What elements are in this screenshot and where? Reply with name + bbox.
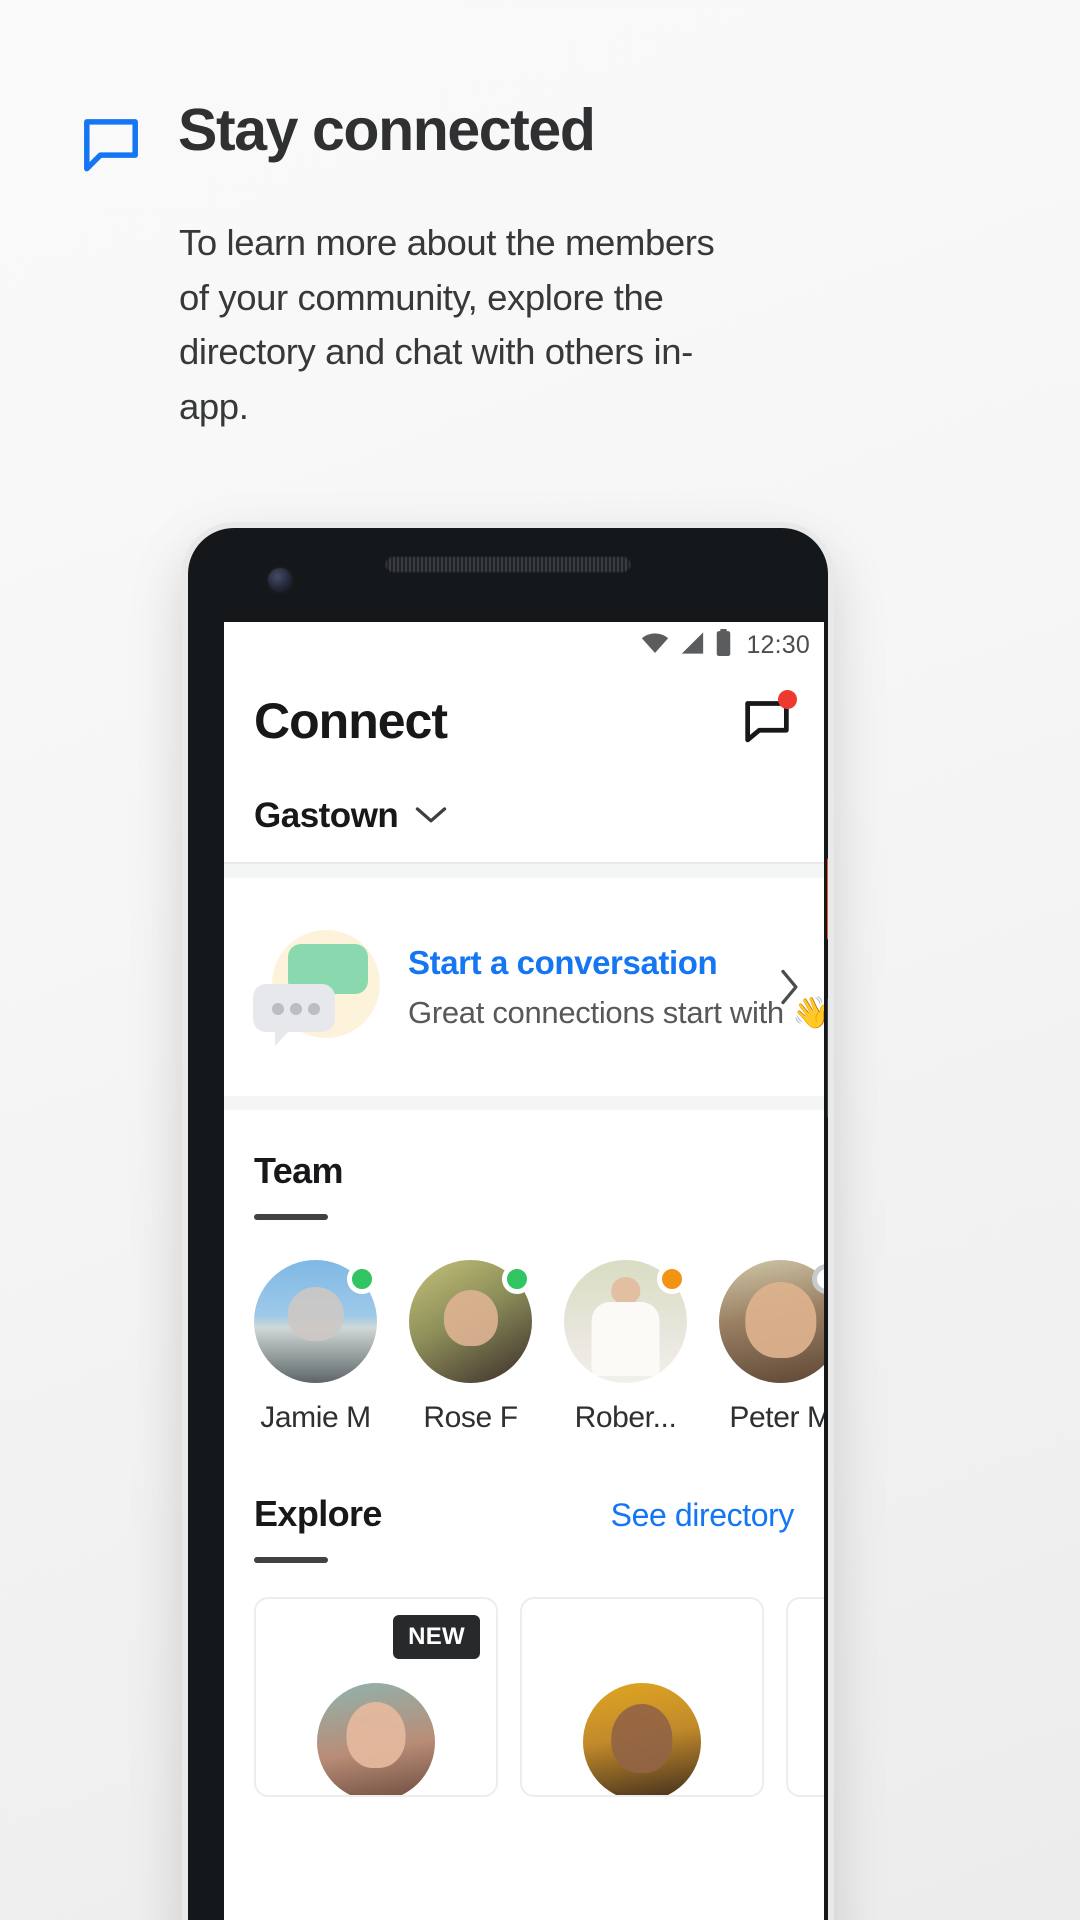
chat-bubble-icon (78, 112, 144, 178)
explore-card[interactable] (786, 1597, 824, 1797)
team-member-name: Rose F (423, 1401, 518, 1434)
promo-body-text: To learn more about the members of your … (179, 222, 715, 427)
team-member[interactable]: Rober... (564, 1260, 687, 1435)
chevron-down-icon (414, 803, 448, 830)
explore-section-title: Explore (254, 1493, 382, 1534)
battery-full-icon (715, 629, 732, 661)
earpiece-speaker-icon (385, 556, 631, 573)
team-member-name: Peter M (729, 1401, 824, 1434)
see-directory-link[interactable]: See directory (611, 1497, 795, 1534)
status-bar-time: 12:30 (746, 630, 810, 659)
location-name: Gastown (254, 796, 399, 835)
speech-bubbles-illustration (246, 912, 396, 1062)
start-conversation-title: Start a conversation (408, 943, 718, 981)
app-header: Connect (224, 668, 824, 750)
power-button[interactable] (827, 858, 828, 940)
team-member-name: Rober... (574, 1401, 677, 1434)
status-badge (347, 1264, 377, 1294)
status-badge (657, 1264, 687, 1294)
team-section: Team (224, 1110, 824, 1220)
avatar (317, 1683, 435, 1795)
start-conversation-subtitle: Great connections start with 👋 (408, 994, 824, 1030)
explore-card-strip[interactable]: NEW (224, 1563, 824, 1797)
team-member[interactable]: Jamie M (254, 1260, 377, 1435)
team-member-name: Jamie M (260, 1401, 371, 1434)
phone-mockup: 12:30 Connect Gastown Start a conversati… (188, 528, 828, 1920)
promo-header: Stay connected (78, 97, 596, 178)
section-spacer (224, 864, 824, 878)
explore-card[interactable]: NEW (254, 1597, 498, 1797)
team-section-title: Team (254, 1150, 344, 1191)
explore-card[interactable] (520, 1597, 764, 1797)
page-title: Stay connected (178, 97, 596, 163)
section-spacer-2 (224, 1096, 824, 1110)
avatar (583, 1683, 701, 1795)
team-member[interactable]: Rose F (409, 1260, 532, 1435)
notification-badge (778, 690, 797, 709)
status-bar: 12:30 (224, 622, 824, 668)
team-member[interactable]: Peter M (719, 1260, 824, 1435)
start-conversation-card[interactable]: Start a conversation Great connections s… (224, 878, 824, 1096)
phone-screen: 12:30 Connect Gastown Start a conversati… (224, 622, 824, 1920)
avatar (719, 1260, 824, 1383)
team-member-strip[interactable]: Jamie M Rose F Rober... Peter M (224, 1220, 824, 1435)
new-badge: NEW (393, 1615, 480, 1659)
phone-top-bezel (188, 528, 828, 624)
front-camera-icon (268, 568, 292, 592)
location-selector[interactable]: Gastown (224, 750, 824, 862)
app-title: Connect (254, 693, 448, 749)
chevron-right-icon (778, 968, 800, 1006)
wifi-icon (640, 631, 670, 660)
volume-button[interactable] (827, 998, 828, 1118)
cell-signal-icon (679, 631, 706, 660)
status-badge (502, 1264, 532, 1294)
explore-section: Explore See directory (224, 1435, 824, 1563)
messages-button[interactable] (740, 690, 797, 748)
